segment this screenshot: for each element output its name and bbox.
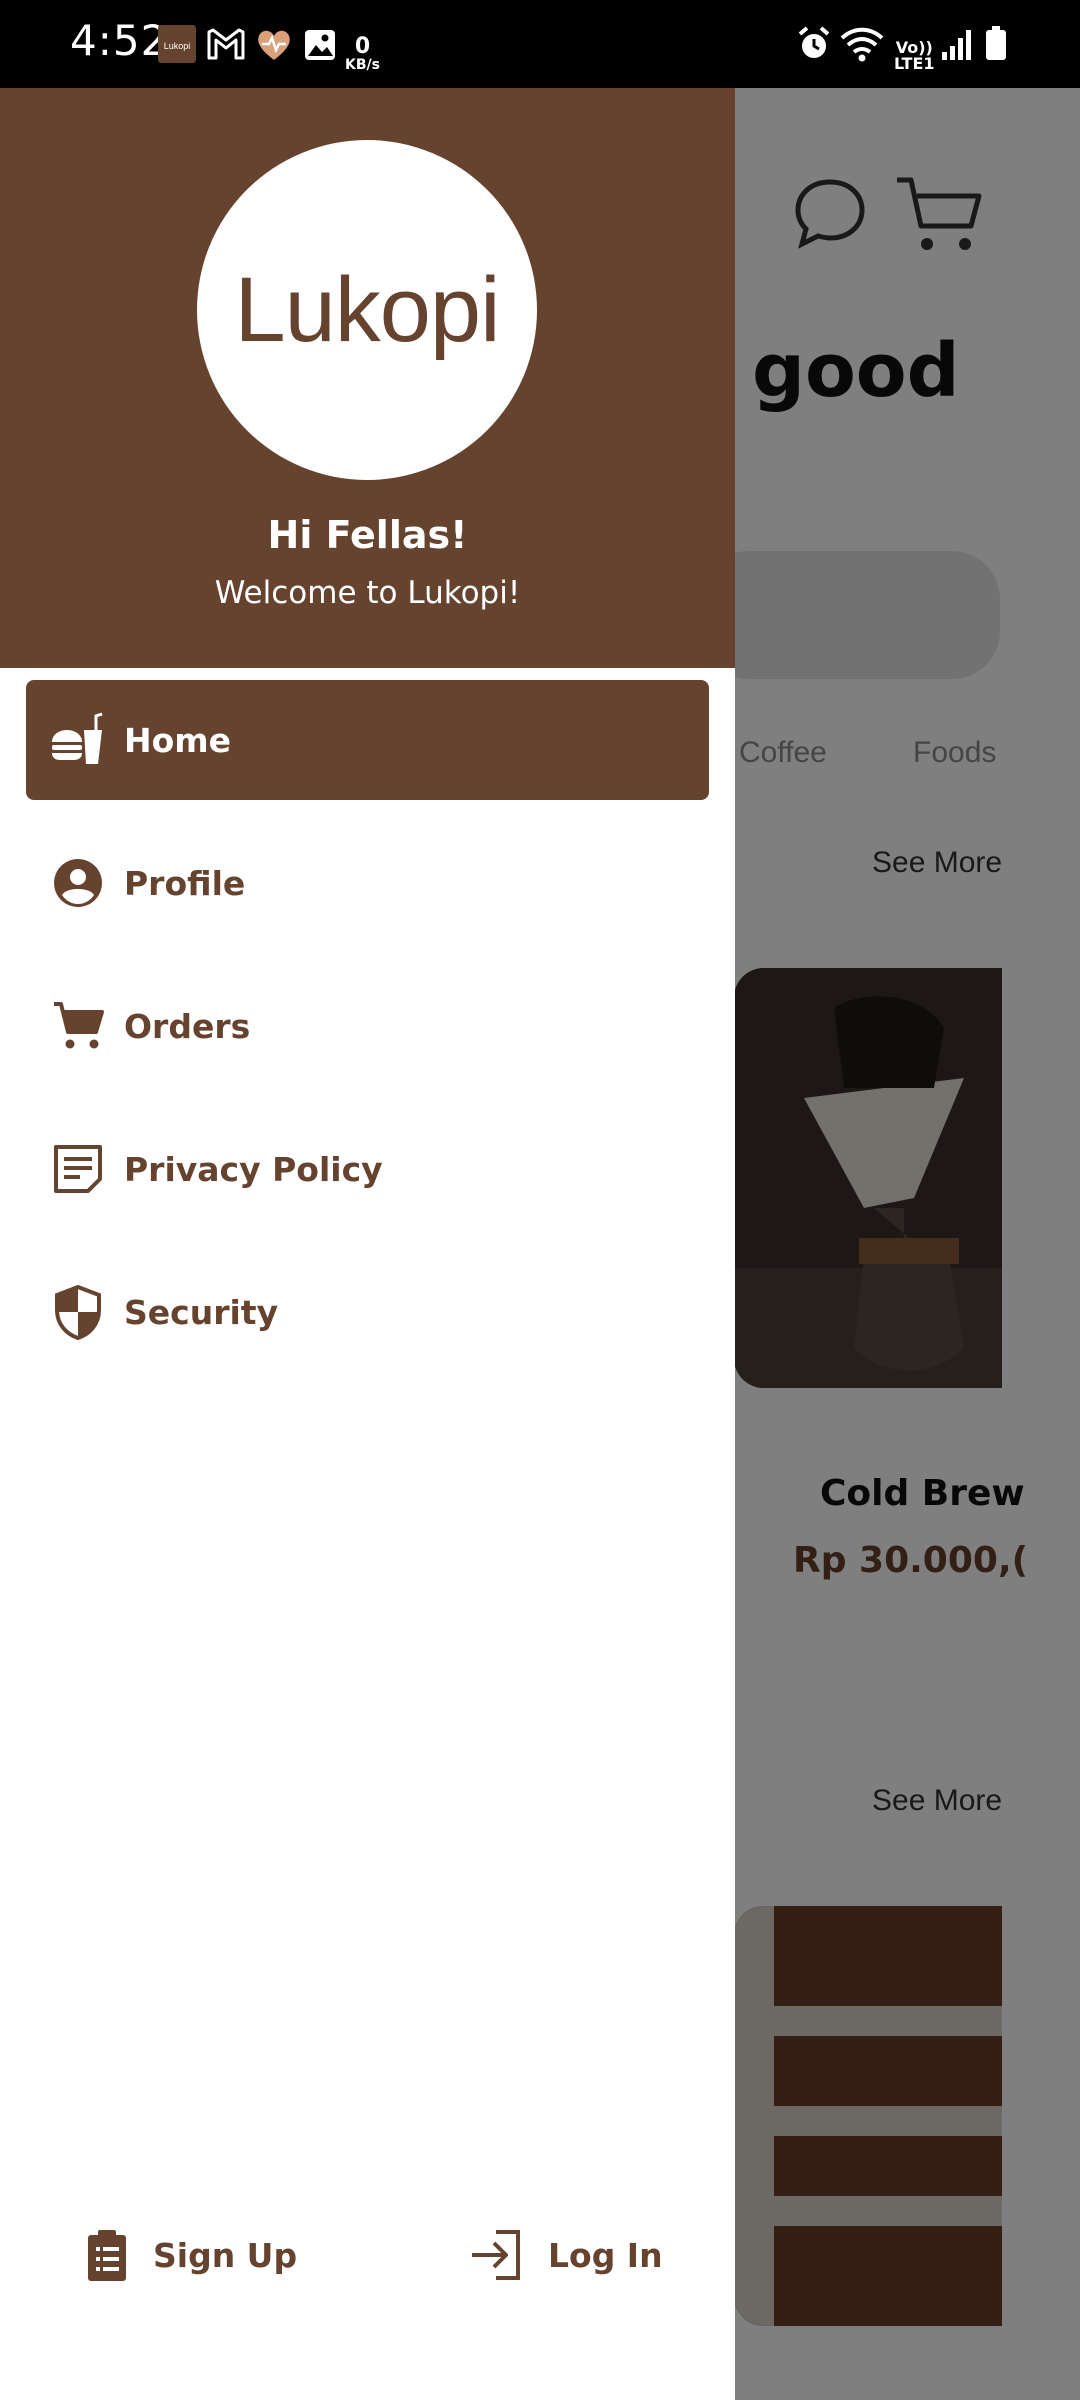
- log-in-button[interactable]: Log In: [470, 2215, 663, 2295]
- log-in-label: Log In: [548, 2235, 663, 2275]
- drawer-item-label: Security: [124, 1292, 279, 1332]
- greeting-title: Hi Fellas!: [267, 513, 468, 557]
- volte-indicator: Vo)) LTE1: [894, 38, 935, 73]
- cart-icon: [48, 996, 108, 1056]
- drawer-item-security[interactable]: Security: [26, 1252, 709, 1372]
- welcome-text: Welcome to Lukopi!: [214, 575, 521, 611]
- drawer-item-home[interactable]: Home: [26, 680, 709, 800]
- drawer-header: Lukopi Hi Fellas! Welcome to Lukopi!: [0, 88, 735, 668]
- gmail-icon: [207, 28, 245, 60]
- drawer-item-privacy-policy[interactable]: Privacy Policy: [26, 1109, 709, 1229]
- login-icon: [472, 2230, 520, 2280]
- shield-icon: [48, 1282, 108, 1342]
- drawer-item-profile[interactable]: Profile: [26, 823, 709, 943]
- sign-up-label: Sign Up: [153, 2235, 298, 2275]
- drawer-item-label: Profile: [124, 863, 246, 903]
- network-speed: 0 KB/s: [345, 34, 380, 73]
- drawer-item-orders[interactable]: Orders: [26, 966, 709, 1086]
- signal-icon: [942, 30, 971, 60]
- clipboard-icon: [88, 2230, 126, 2281]
- wifi-icon: [840, 27, 884, 62]
- status-time: 4:52: [70, 16, 169, 65]
- lukopi-logo: Lukopi: [197, 140, 537, 480]
- health-heart-icon: [258, 30, 290, 60]
- drawer-item-label: Home: [124, 720, 232, 760]
- document-icon: [48, 1139, 108, 1199]
- navigation-drawer: Lukopi Hi Fellas! Welcome to Lukopi! Hom…: [0, 88, 735, 2400]
- lukopi-app-icon: Lukopi: [158, 25, 196, 63]
- account-circle-icon: [48, 853, 108, 913]
- alarm-icon: [798, 26, 830, 58]
- status-bar: 4:52 Lukopi 0 KB/s Vo)) LTE1: [0, 0, 1080, 88]
- food-drink-icon: [48, 710, 108, 770]
- drawer-item-label: Orders: [124, 1006, 251, 1046]
- gallery-icon: [305, 30, 335, 60]
- svg-text:Lukopi: Lukopi: [164, 41, 191, 51]
- battery-icon: [986, 26, 1006, 60]
- drawer-item-label: Privacy Policy: [124, 1149, 383, 1189]
- logo-text: Lukopi: [234, 258, 500, 361]
- sign-up-button[interactable]: Sign Up: [85, 2215, 297, 2295]
